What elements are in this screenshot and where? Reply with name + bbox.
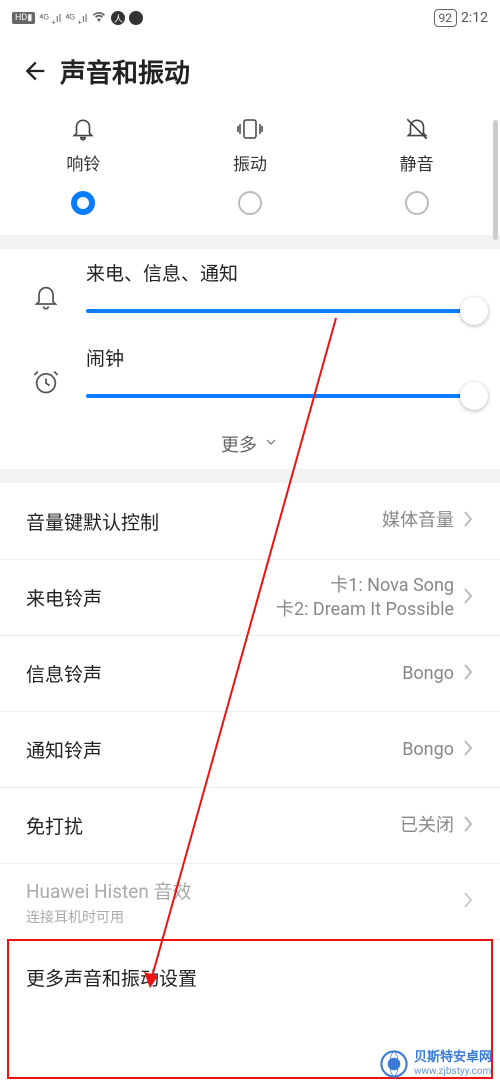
row-label: 信息铃声 [26, 660, 402, 687]
row-label: 音量键默认控制 [26, 508, 382, 535]
watermark-logo-icon [380, 1050, 408, 1078]
slider-thumb[interactable] [460, 382, 488, 410]
bell-silent-icon [402, 116, 432, 142]
mode-ring[interactable]: 响铃 [23, 116, 143, 215]
battery-indicator: 92 [434, 9, 458, 27]
slider-alarm: 闹钟 [0, 334, 500, 419]
back-button[interactable] [10, 46, 60, 96]
status-bar: HD▮ ⁴ᴳ ₊ıl ⁴ᴳ ₊ıl 人 92 2:12 [0, 0, 500, 36]
watermark: 贝斯特安卓网 www.zjbstyy.com [380, 1050, 492, 1078]
settings-list: 音量键默认控制 媒体音量 来电铃声 卡1: Nova Song 卡2: Drea… [0, 483, 500, 1015]
watermark-title: 贝斯特安卓网 [414, 1051, 492, 1065]
row-value: 媒体音量 [382, 509, 454, 532]
signal-2: ⁴ᴳ ₊ıl [65, 12, 87, 25]
row-dnd[interactable]: 免打扰 已关闭 [0, 787, 500, 863]
mode-silent-label: 静音 [400, 150, 434, 175]
row-more-settings[interactable]: 更多声音和振动设置 [0, 939, 500, 1015]
row-notification-tone[interactable]: 通知铃声 Bongo [0, 711, 500, 787]
vibrate-icon [235, 116, 265, 142]
alarm-clock-icon [26, 368, 66, 396]
row-value: 卡1: Nova Song 卡2: Dream It Possible [276, 574, 454, 621]
slider-alarm-label: 闹钟 [86, 344, 474, 371]
slider-alarm-track[interactable] [86, 381, 474, 411]
mode-vibrate[interactable]: 振动 [190, 116, 310, 215]
hd-badge: HD▮ [12, 12, 35, 24]
row-label: Huawei Histen 音效 [26, 877, 454, 904]
chevron-right-icon [462, 663, 474, 685]
chevron-right-icon [462, 739, 474, 761]
page-title: 声音和振动 [60, 53, 190, 90]
assistant-icon: 人 [111, 11, 125, 25]
slider-notification-label: 来电、信息、通知 [86, 259, 474, 286]
mode-ring-radio[interactable] [71, 191, 95, 215]
chevron-right-icon [462, 587, 474, 609]
row-message-tone[interactable]: 信息铃声 Bongo [0, 635, 500, 711]
slider-notification-track[interactable] [86, 296, 474, 326]
mode-ring-label: 响铃 [66, 150, 100, 175]
bell-outline-icon [26, 283, 66, 311]
page-header: 声音和振动 [0, 36, 500, 106]
row-volume-key[interactable]: 音量键默认控制 媒体音量 [0, 483, 500, 559]
chevron-right-icon [462, 891, 474, 913]
row-label: 来电铃声 [26, 584, 276, 611]
misc-icon [129, 11, 143, 25]
row-label: 通知铃声 [26, 736, 402, 763]
mode-vibrate-label: 振动 [233, 150, 267, 175]
chevron-down-icon [263, 434, 279, 455]
row-label: 更多声音和振动设置 [26, 964, 474, 991]
slider-notification: 来电、信息、通知 [0, 249, 500, 334]
row-value: Bongo [402, 738, 454, 761]
slider-thumb[interactable] [460, 297, 488, 325]
row-histen: Huawei Histen 音效 连接耳机时可用 [0, 863, 500, 939]
divider [0, 469, 500, 483]
clock: 2:12 [461, 10, 488, 26]
mode-silent-radio[interactable] [405, 191, 429, 215]
sound-mode-selector: 响铃 振动 静音 [0, 106, 500, 235]
mode-silent[interactable]: 静音 [357, 116, 477, 215]
scrollbar[interactable] [493, 120, 498, 240]
row-value: 已关闭 [400, 814, 454, 837]
row-value: Bongo [402, 662, 454, 685]
expand-more-label: 更多 [221, 431, 257, 457]
chevron-right-icon [462, 815, 474, 837]
chevron-right-icon [462, 510, 474, 532]
mode-vibrate-radio[interactable] [238, 191, 262, 215]
bell-ring-icon [68, 116, 98, 142]
expand-more-button[interactable]: 更多 [0, 419, 500, 469]
signal-1: ⁴ᴳ ₊ıl [39, 12, 61, 25]
row-label: 免打扰 [26, 812, 400, 839]
watermark-url: www.zjbstyy.com [414, 1066, 492, 1077]
row-ringtone[interactable]: 来电铃声 卡1: Nova Song 卡2: Dream It Possible [0, 559, 500, 635]
wifi-icon [91, 10, 107, 26]
row-sublabel: 连接耳机时可用 [26, 907, 454, 927]
divider [0, 235, 500, 249]
